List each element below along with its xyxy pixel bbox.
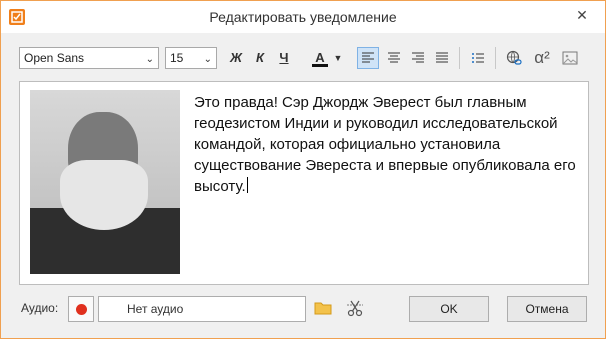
notification-text-content: Это правда! Сэр Джордж Эверест был главн… — [194, 94, 576, 195]
text-color-swatch — [312, 64, 328, 67]
align-right-icon — [412, 52, 424, 63]
dialog-title: Редактировать уведомление — [209, 9, 397, 25]
insert-link-button[interactable] — [503, 47, 525, 69]
record-audio-button[interactable] — [68, 296, 94, 322]
align-center-button[interactable] — [383, 47, 405, 69]
align-left-button[interactable] — [357, 47, 379, 69]
insert-image-button[interactable] — [559, 47, 581, 69]
cancel-button[interactable]: Отмена — [507, 296, 587, 322]
align-justify-icon — [436, 52, 448, 63]
align-right-button[interactable] — [407, 47, 429, 69]
toolbar-divider — [459, 47, 460, 69]
toolbar-divider — [495, 47, 496, 69]
align-center-icon — [388, 52, 400, 63]
image-icon — [562, 51, 578, 65]
globe-link-icon — [506, 50, 522, 65]
text-color-label: A — [315, 50, 325, 65]
close-button[interactable]: ✕ — [567, 3, 597, 27]
audio-file-field[interactable]: Нет аудио — [98, 296, 306, 322]
text-color-button[interactable]: A — [309, 47, 331, 69]
bullet-list-icon — [472, 53, 484, 63]
titlebar: Редактировать уведомление ✕ — [1, 1, 605, 33]
text-color-dropdown-icon[interactable]: ▼ — [331, 47, 345, 69]
trim-audio-icon[interactable] — [346, 299, 364, 317]
portrait-image — [30, 90, 180, 274]
ok-button[interactable]: OK — [409, 296, 489, 322]
formatting-toolbar: Open Sans ⌄ 15 ⌄ Ж К Ч A ▼ α² — [13, 41, 593, 77]
align-justify-button[interactable] — [431, 47, 453, 69]
font-family-value: Open Sans — [24, 51, 85, 65]
font-family-select[interactable]: Open Sans ⌄ — [19, 47, 159, 69]
italic-button[interactable]: К — [249, 47, 271, 69]
audio-label: Аудио: — [21, 301, 59, 315]
bullet-list-button[interactable] — [467, 47, 489, 69]
notification-text[interactable]: Это правда! Сэр Джордж Эверест был главн… — [194, 92, 584, 197]
underline-button[interactable]: Ч — [273, 47, 295, 69]
edit-notification-dialog: Редактировать уведомление ✕ Open Sans ⌄ … — [0, 0, 606, 339]
bold-button[interactable]: Ж — [225, 47, 247, 69]
portrait-beard — [60, 160, 148, 230]
folder-icon[interactable] — [314, 300, 332, 316]
dialog-footer: Аудио: Нет аудио OK Отмена — [1, 291, 605, 331]
align-left-icon — [362, 52, 374, 63]
text-cursor — [246, 177, 248, 193]
notification-editor[interactable]: Это правда! Сэр Джордж Эверест был главн… — [19, 81, 589, 285]
chevron-down-icon: ⌄ — [145, 54, 154, 65]
chevron-down-icon: ⌄ — [203, 54, 212, 65]
superscript-button[interactable]: α² — [529, 47, 555, 69]
font-size-value: 15 — [170, 51, 184, 65]
record-icon — [76, 304, 87, 315]
font-size-select[interactable]: 15 ⌄ — [165, 47, 217, 69]
